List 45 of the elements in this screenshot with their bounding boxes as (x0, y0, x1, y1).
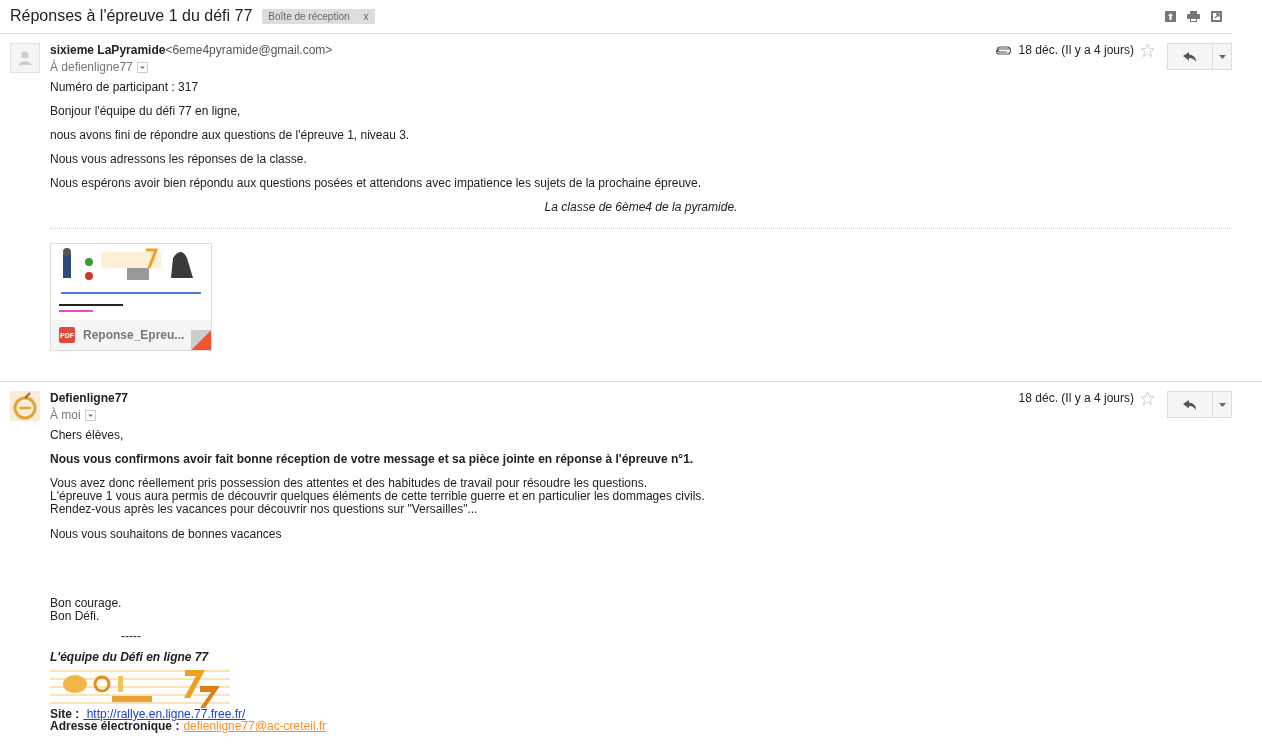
closing-text: Bon courage. Bon Défi. (50, 595, 123, 625)
archive-icon[interactable] (1165, 10, 1176, 22)
inbox-label[interactable]: Boîte de réception x (262, 8, 375, 24)
details-dropdown-icon[interactable] (84, 409, 96, 421)
page-curl-icon (191, 330, 211, 350)
sender-name: Defienligne77 (50, 391, 129, 405)
email-subject: Réponses à l'épreuve 1 du défi 77 (10, 7, 253, 25)
remove-label-button[interactable]: x (363, 10, 369, 22)
signature-separator: ----- (120, 630, 142, 642)
message-signature: La classe de 6ème4 de la pyramide. (543, 199, 739, 216)
message-paragraph: Vous avez donc réellement pris possession des attentes et des habitudes de travail pour résoudre les questions. L'épreuve 1 vous aura permis de découvrir quelques éléments de cette terrible guerre et en particulier les dommages civils. Rendez-vous après les vacances pour découvrir nos questions sur "Versailles"... (50, 475, 706, 518)
message-paragraph: Nous vous adressons les réponses de la classe. (50, 151, 308, 168)
message-paragraph: nous avons fini de répondre aux questions de l'épreuve 1, niveau 3. (50, 127, 411, 144)
message-paragraph: Chers élèves, (50, 427, 125, 444)
reply-icon (1183, 51, 1197, 62)
new-window-icon[interactable] (1211, 10, 1222, 22)
message-paragraph: Nous vous confirmons avoir fait bonne réception de votre message et sa pièce jointe en réponse à l'épreuve n°1. (50, 451, 695, 468)
print-icon[interactable] (1187, 10, 1200, 22)
signature-team: L'équipe du Défi en ligne 77 (50, 650, 210, 664)
avatar-icon (10, 391, 40, 421)
recipient-text: À defienligne77 (50, 60, 133, 74)
reply-button[interactable] (1167, 43, 1213, 70)
message-paragraph: Nous espérons avoir bien répondu aux questions posées et attendons avec impatience les sujets de la prochaine épreuve. (50, 175, 703, 192)
star-icon[interactable] (1140, 391, 1155, 406)
message-paragraph: Bonjour l'équipe du défi 77 en ligne, (50, 103, 242, 120)
star-icon[interactable] (1140, 43, 1155, 58)
caret-icon (1218, 54, 1226, 59)
sender-name: sixieme LaPyramide (50, 43, 166, 57)
message-date: 18 déc. (Il y a 4 jours) (1018, 43, 1134, 57)
signature-link[interactable]: http://rallye.en.ligne.77.free.fr/ (83, 707, 246, 721)
attachment-name: Reponse_Epreu... (83, 328, 185, 342)
details-dropdown-icon[interactable] (136, 61, 148, 73)
more-button[interactable] (1213, 43, 1232, 70)
message-paragraph: Nous vous souhaitons de bonnes vacances (50, 526, 283, 543)
more-button[interactable] (1213, 391, 1232, 418)
reply-icon (1183, 399, 1197, 410)
reply-button[interactable] (1167, 391, 1213, 418)
signature-link[interactable]: defienligne77@ac-creteil.fr (183, 719, 327, 733)
message-date: 18 déc. (Il y a 4 jours) (1018, 391, 1134, 405)
sender-email: <6eme4pyramide@gmail.com> (165, 43, 333, 57)
recipient-text: À moi (50, 408, 81, 422)
message-paragraph: Numéro de participant : 317 (50, 79, 200, 96)
signature-label: Site : (50, 707, 80, 721)
caret-icon (1218, 402, 1226, 407)
avatar-icon (10, 43, 40, 73)
